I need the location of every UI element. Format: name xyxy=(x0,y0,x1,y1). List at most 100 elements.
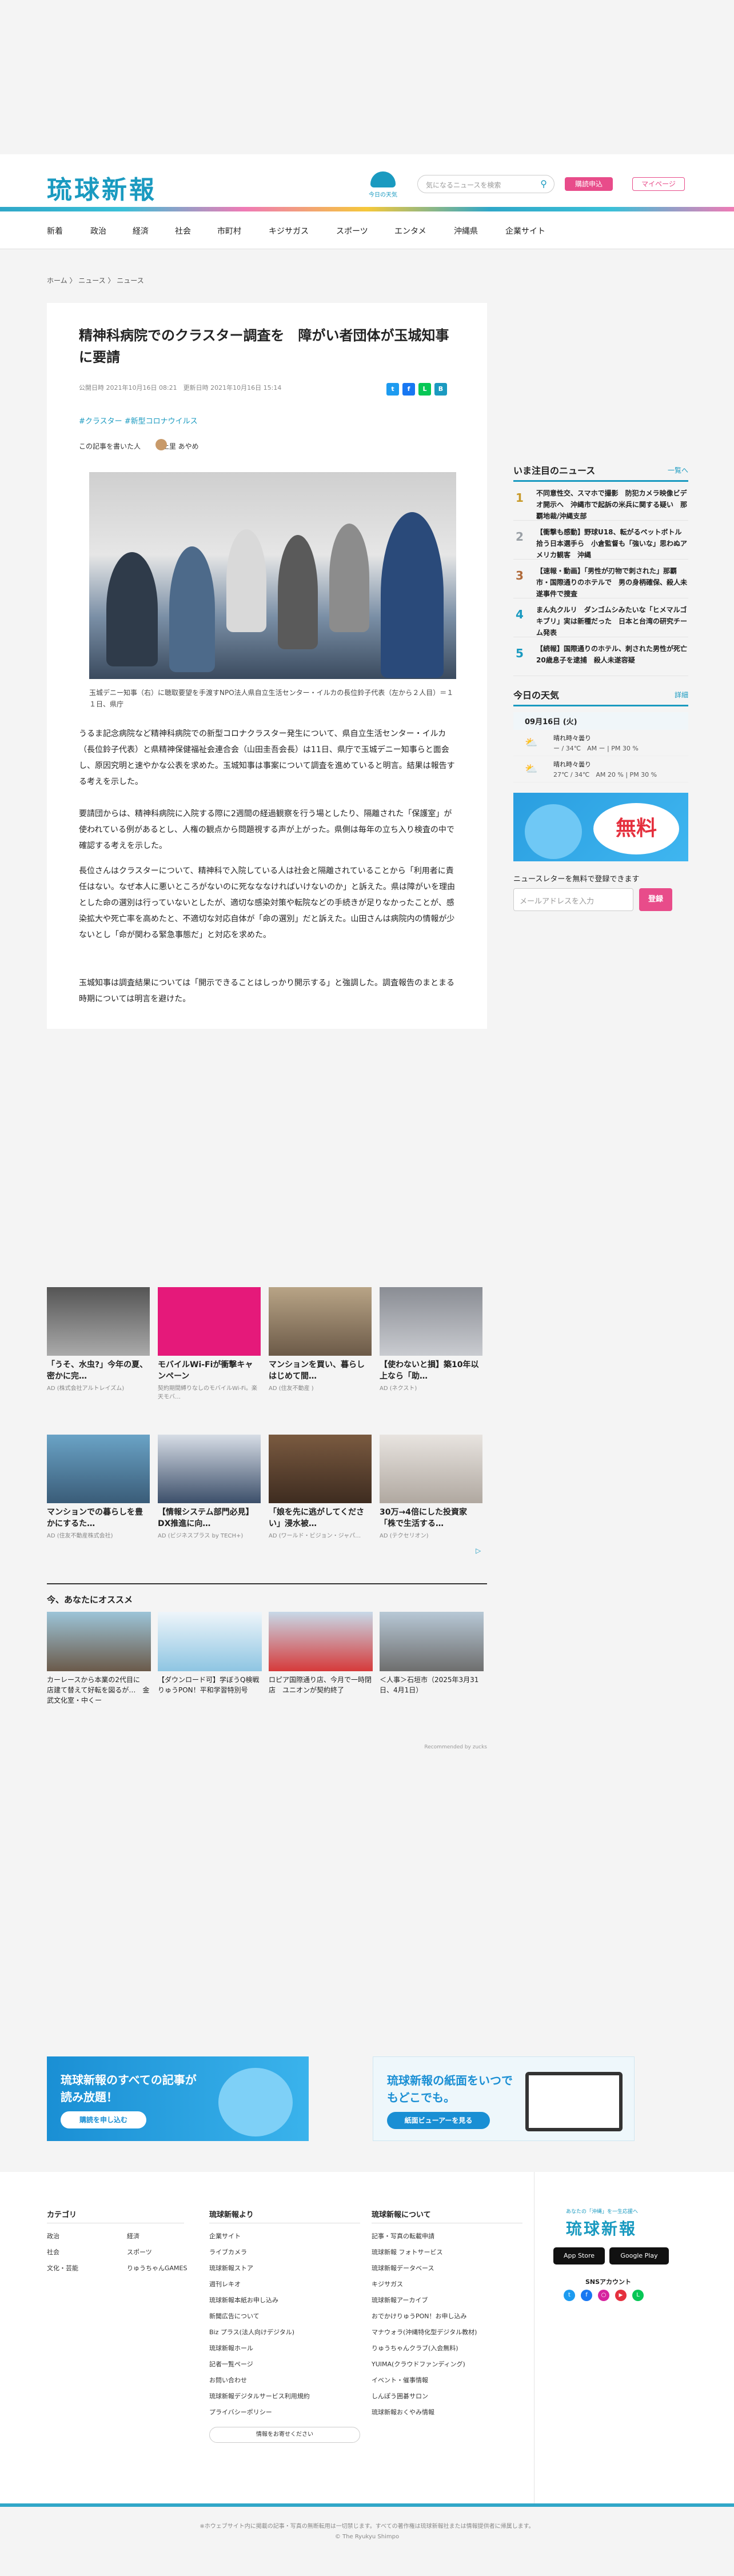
footer-link[interactable]: 経済 xyxy=(127,2231,139,2240)
article-title: 精神科病院でのクラスター調査を 障がい者団体が玉城知事に要請 xyxy=(79,328,449,365)
instagram-icon[interactable]: ○ xyxy=(598,2290,609,2301)
nav-item-okinawa[interactable]: 沖縄県 xyxy=(454,225,478,237)
subscribe-button[interactable]: 購読申込 xyxy=(565,177,613,191)
nav-item-municipality[interactable]: 市町村 xyxy=(217,225,241,237)
footer-link[interactable]: イベント・催事情報 xyxy=(372,2375,428,2385)
weather-detail-link[interactable]: 詳細 xyxy=(675,690,688,700)
ad-card[interactable]: 「うそ、水虫?」今年の夏、密かに完… AD (株式会社アルトレイズム) xyxy=(47,1287,150,1392)
google-play-badge[interactable]: Google Play xyxy=(609,2247,669,2265)
search-icon[interactable]: ⚲ xyxy=(540,178,547,189)
footer-link[interactable]: しんぽう囲碁サロン xyxy=(372,2391,428,2401)
ad-title: 「娘を先に逃がしてください」浸水被… xyxy=(269,1508,365,1528)
mypage-button[interactable]: マイページ xyxy=(632,177,685,191)
footer-link[interactable]: 琉球新報データベース xyxy=(372,2263,434,2273)
footer-link[interactable]: おでかけりゅうPON！お申し込み xyxy=(372,2311,467,2321)
facebook-share-icon[interactable]: f xyxy=(402,383,415,396)
nav-item-new[interactable]: 新着 xyxy=(47,225,63,237)
hatena-share-icon[interactable]: B xyxy=(434,383,447,396)
footer-link[interactable]: ライブカメラ xyxy=(209,2247,247,2257)
nav-item-kijisagasu[interactable]: キジサガス xyxy=(269,225,309,237)
footer-link[interactable]: りゅうちゃんクラブ(入会無料) xyxy=(372,2343,458,2353)
facebook-icon[interactable]: f xyxy=(581,2290,592,2301)
ad-card[interactable]: 【情報システム部門必見】DX推進に向… AD (ビジネスプラス by TECH+… xyxy=(158,1435,261,1539)
site-logo[interactable]: 琉球新報 xyxy=(47,169,157,206)
footer-link[interactable]: 記者一覧ページ xyxy=(209,2359,253,2369)
trending-more-link[interactable]: 一覧へ xyxy=(668,465,688,475)
article-tags[interactable]: #クラスター #新型コロナウイルス xyxy=(79,415,198,426)
breadcrumb[interactable]: ホーム 〉 ニュース 〉 ニュース xyxy=(47,275,144,285)
ad-title: モバイルWi-Fiが衝撃キャンペーン xyxy=(158,1360,253,1381)
subscribe-banner[interactable]: 琉球新報のすべての記事が読み放題！ 購読を申し込む xyxy=(47,2056,309,2141)
trending-item[interactable]: 4 まん丸クルリ ダンゴムシみたいな「ヒメマルゴキブリ」実は新種だった 日本と台湾… xyxy=(513,598,688,637)
trending-item[interactable]: 3 【速報・動画】「男性が刃物で刺された」那覇市・国際通りのホテルで 男の身柄確保… xyxy=(513,560,688,598)
author-name[interactable]: 上里 あやめ xyxy=(162,442,199,450)
ad-card[interactable]: 30万→4倍にした投資家「株で生活する… AD (テクセリオン) xyxy=(380,1435,482,1539)
weather-icon[interactable]: 今日の天気 xyxy=(367,171,399,203)
footer-link[interactable]: 記事・写真の転載申請 xyxy=(372,2231,434,2240)
footer-link[interactable]: 企業サイト xyxy=(209,2231,241,2240)
article-paragraph: 長位さんはクラスターについて、精神科で入院している人は社会と隔離されていることか… xyxy=(79,866,455,940)
newsletter-email-input[interactable]: メールアドレスを入力 xyxy=(513,888,633,911)
youtube-icon[interactable]: ▶ xyxy=(615,2290,627,2301)
footer-link[interactable]: 政治 xyxy=(47,2231,59,2240)
nav-item-corporate[interactable]: 企業サイト xyxy=(505,225,545,237)
footer-link[interactable]: 琉球新報ストア xyxy=(209,2263,253,2273)
ad-card[interactable]: 【使わないと損】築10年以上なら「助… AD (ネクスト) xyxy=(380,1287,482,1392)
twitter-share-icon[interactable]: t xyxy=(386,383,399,396)
trending-item[interactable]: 1 不同意性交、スマホで撮影 防犯カメラ映像ビデオ開示へ 沖縄市で起訴の米兵に関す… xyxy=(513,482,688,521)
footer-link[interactable]: マナウォラ(沖縄特化型デジタル教材) xyxy=(372,2327,477,2337)
recommend-card[interactable]: カーレースから本業の2代目に 店建て替えて好転を図るが… 金武文化室・中くー xyxy=(47,1612,151,1706)
footer-logo[interactable]: 琉球新報 xyxy=(566,2216,637,2239)
trending-title-text: 【衝撃も感動】野球U18、転がるペットボトル拾う日本選手ら 小倉監督も「強いな」… xyxy=(536,528,688,559)
footer-link[interactable]: 週刊レキオ xyxy=(209,2279,241,2289)
ad-card[interactable]: マンションを買い、暮らしはじめて間… AD (住友不動産 ) xyxy=(269,1287,372,1392)
subscribe-banner-title: 琉球新報のすべての記事が読み放題！ xyxy=(61,2073,197,2104)
twitter-icon[interactable]: t xyxy=(564,2290,575,2301)
adchoices-icon[interactable]: ▷ xyxy=(476,1547,481,1555)
nav-item-sports[interactable]: スポーツ xyxy=(336,225,368,237)
footer-link[interactable]: 新聞広告について xyxy=(209,2311,260,2321)
recommend-card[interactable]: ＜人事＞石垣市（2025年3月31日、4月1日） xyxy=(380,1612,484,1695)
viewer-banner[interactable]: 琉球新報の紙面をいつでもどこでも。 紙面ビューアーを見る xyxy=(373,2056,635,2141)
nav-item-politics[interactable]: 政治 xyxy=(90,225,106,237)
ad-card[interactable]: 「娘を先に逃がしてください」浸水被… AD (ワールド・ビジョン・ジャパ… xyxy=(269,1435,372,1539)
nav-item-entertainment[interactable]: エンタメ xyxy=(394,225,426,237)
footer-from-heading: 琉球新報より xyxy=(209,2208,360,2223)
nav-item-society[interactable]: 社会 xyxy=(175,225,191,237)
line-share-icon[interactable]: L xyxy=(418,383,431,396)
search-input[interactable]: 気になるニュースを検索 ⚲ xyxy=(417,175,555,193)
site-footer: カテゴリ 政治 社会 文化・芸能 経済 スポーツ りゅうちゃんGAMES 琉球新… xyxy=(0,2172,734,2503)
footer-link[interactable]: 琉球新報本紙お申し込み xyxy=(209,2295,278,2305)
footer-link[interactable]: YUIMA(クラウドファンディング) xyxy=(372,2359,465,2369)
weather-row: ⛅ 晴れ時々曇り 27℃ / 34℃ AM 20 % | PM 30 % xyxy=(513,756,688,782)
newsletter-submit-button[interactable]: 登録 xyxy=(639,888,672,911)
recommend-card[interactable]: 【ダウンロード可】学ぼうQ検戦 りゅうPON！平和学習特別号 xyxy=(158,1612,266,1695)
footer-link[interactable]: キジサガス xyxy=(372,2279,403,2289)
footer-link[interactable]: Biz プラス(法人向けデジタル) xyxy=(209,2327,294,2337)
subscribe-banner-button[interactable]: 購読を申し込む xyxy=(61,2111,146,2128)
trending-item[interactable]: 2 【衝撃も感動】野球U18、転がるペットボトル拾う日本選手ら 小倉監督も「強いな… xyxy=(513,521,688,560)
line-icon[interactable]: L xyxy=(632,2290,644,2301)
app-store-badge[interactable]: App Store xyxy=(553,2247,605,2265)
send-info-button[interactable]: 情報をお寄せください xyxy=(209,2427,360,2443)
footer-link[interactable]: お問い合わせ xyxy=(209,2375,247,2385)
weather-label: 今日の天気 xyxy=(369,192,397,198)
footer-link[interactable]: 琉球新報デジタルサービス利用規約 xyxy=(209,2391,310,2401)
ad-card[interactable]: マンションでの暮らしを豊かにするた… AD (住友不動産株式会社) xyxy=(47,1435,150,1539)
footer-link[interactable]: 琉球新報 フォトサービス xyxy=(372,2247,443,2257)
trending-item[interactable]: 5 【続報】国際通りのホテル、刺された男性が死亡 20歳息子を逮捕 殺人未遂容疑 xyxy=(513,637,694,676)
ad-card[interactable]: モバイルWi-Fiが衝撃キャンペーン 契約期間縛りなしのモバイルWi-Fi。楽天… xyxy=(158,1287,261,1400)
footer-link[interactable]: 琉球新報アーカイブ xyxy=(372,2295,428,2305)
free-trial-banner[interactable]: 無料 xyxy=(513,793,688,861)
footer-link[interactable]: りゅうちゃんGAMES xyxy=(127,2263,187,2273)
footer-link[interactable]: 琉球新報ホール xyxy=(209,2343,253,2353)
footer-link[interactable]: プライバシーポリシー xyxy=(209,2407,272,2417)
footer-link[interactable]: 文化・芸能 xyxy=(47,2263,78,2273)
ad-image xyxy=(47,1287,150,1356)
nav-item-economy[interactable]: 経済 xyxy=(133,225,149,237)
recommend-card[interactable]: ロピア国際通り店、今月で一時閉店 ユニオンが契約終了 xyxy=(269,1612,373,1695)
footer-link[interactable]: スポーツ xyxy=(127,2247,152,2257)
viewer-banner-button[interactable]: 紙面ビューアーを見る xyxy=(387,2112,490,2129)
footer-link[interactable]: 琉球新報おくやみ情報 xyxy=(372,2407,434,2417)
footer-link[interactable]: 社会 xyxy=(47,2247,59,2257)
